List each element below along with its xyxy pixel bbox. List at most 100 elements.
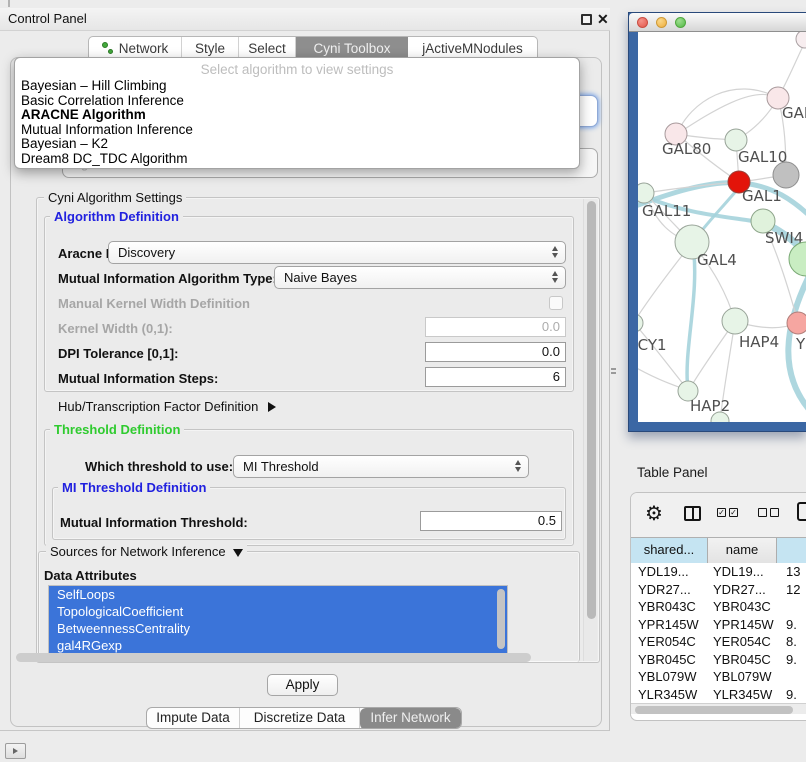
split-pane-divider[interactable] [611, 368, 616, 378]
column-header-shared[interactable]: shared... [631, 538, 708, 563]
column-header-name[interactable]: name [708, 538, 777, 563]
network-node-label: HAP2 [690, 397, 730, 415]
tab-discretize-data[interactable]: Discretize Data [240, 708, 360, 729]
algorithm-option-mutual-information-inference[interactable]: Mutual Information Inference [15, 123, 579, 138]
network-node-hap4[interactable] [722, 308, 748, 334]
list-scrollbar[interactable] [497, 589, 505, 649]
close-button[interactable] [637, 17, 648, 28]
table-cell: YDR27... [708, 581, 777, 599]
apply-button[interactable]: Apply [267, 674, 338, 696]
tab-jactivemnodules[interactable]: jActiveMNodules [408, 37, 537, 58]
algorithm-dropdown-placeholder: Select algorithm to view settings [15, 61, 579, 79]
network-node-label: GAL [782, 104, 806, 122]
network-node[interactable] [773, 162, 799, 188]
table-row[interactable]: YBL079WYBL079W [631, 668, 806, 686]
manual-kernel-width-checkbox[interactable] [549, 296, 563, 310]
table-row[interactable]: YBR045CYBR045C9. [631, 651, 806, 669]
table-cell: YPR145W [631, 616, 708, 634]
table-row[interactable]: YDL19...YDL19...13 [631, 563, 806, 581]
table-cell [777, 668, 806, 686]
which-threshold-combobox[interactable]: MI Threshold [233, 455, 529, 478]
float-window-icon[interactable] [581, 14, 592, 25]
network-window-titlebar[interactable] [629, 13, 806, 32]
mi-algorithm-type-combobox[interactable]: Naive Bayes [274, 266, 566, 289]
table-horizontal-scrollbar[interactable] [631, 703, 806, 714]
attribute-item-topologicalcoefficient[interactable]: TopologicalCoefficient [49, 603, 507, 620]
mi-threshold-label: Mutual Information Threshold: [60, 515, 248, 530]
panel-collapse-button[interactable] [5, 743, 26, 759]
algorithm-option-bayesian-k2[interactable]: Bayesian – K2 [15, 137, 579, 152]
minimize-button[interactable] [656, 17, 667, 28]
network-node-gal11[interactable] [638, 183, 654, 203]
tab-impute-data[interactable]: Impute Data [147, 708, 240, 729]
panel-grip [8, 0, 10, 7]
mi-algorithm-type-value: Naive Bayes [284, 270, 357, 285]
control-panel-title: Control Panel [8, 11, 87, 26]
algorithm-definition-title: Algorithm Definition [50, 209, 183, 224]
table-cell: YDL19... [708, 563, 777, 581]
table-cell: 9. [777, 651, 806, 669]
tab-style[interactable]: Style [182, 37, 239, 58]
mi-steps-label: Mutual Information Steps: [58, 371, 218, 386]
combo-arrows-icon [552, 271, 558, 283]
table-row[interactable]: YDR27...YDR27...12 [631, 581, 806, 599]
attribute-item-gal4rgexp[interactable]: gal4RGexp [49, 637, 507, 654]
algorithm-option-aracne-algorithm[interactable]: ARACNE Algorithm [15, 108, 579, 123]
mi-steps-field[interactable]: 6 [425, 367, 566, 387]
data-attributes-label: Data Attributes [44, 568, 137, 583]
tab-select[interactable]: Select [239, 37, 296, 58]
table-row[interactable]: YLR345WYLR345W9. [631, 686, 806, 704]
close-icon[interactable]: ✕ [597, 9, 611, 29]
algorithm-option-bayesian-hill-climbing[interactable]: Bayesian – Hill Climbing [15, 79, 579, 94]
sources-title[interactable]: Sources for Network Inference [46, 544, 247, 559]
settings-horizontal-scrollbar[interactable] [16, 653, 531, 662]
table-cell: YBL079W [631, 668, 708, 686]
table-row[interactable]: YER054CYER054C8. [631, 633, 806, 651]
network-node[interactable] [789, 242, 806, 276]
network-node-label: Y [795, 335, 806, 353]
split-columns-icon[interactable] [684, 506, 701, 521]
threshold-definition-title: Threshold Definition [50, 422, 184, 437]
table-panel: ⚙ ✓✓ shared...name YDL19...YDL19...13YDR… [630, 492, 806, 721]
network-node-label: GAL80 [662, 140, 711, 158]
zoom-button[interactable] [675, 17, 686, 28]
which-threshold-label: Which threshold to use: [85, 459, 233, 474]
table-row[interactable]: YBR043CYBR043C [631, 598, 806, 616]
tab-label: Cyni Toolbox [313, 38, 390, 59]
table-cell: 8. [777, 633, 806, 651]
page-icon[interactable] [797, 502, 806, 521]
network-node[interactable] [796, 32, 806, 48]
network-view-window[interactable]: GALGAL80GAL10GAL1GAL11SWI4GAL4GCY1HAP4YH… [628, 12, 806, 432]
manual-kernel-width-label: Manual Kernel Width Definition [58, 296, 250, 311]
sources-title-label: Sources for Network Inference [50, 544, 226, 559]
unchecked-pair-icon[interactable] [758, 508, 779, 517]
tab-label: Style [195, 38, 225, 59]
algorithm-option-dream8-dc-tdc-algorithm[interactable]: Dream8 DC_TDC Algorithm [15, 152, 579, 167]
table-row[interactable]: YPR145WYPR145W9. [631, 616, 806, 634]
kernel-width-field[interactable]: 0.0 [425, 317, 566, 337]
algorithm-option-basic-correlation-inference[interactable]: Basic Correlation Inference [15, 94, 579, 109]
tab-infer-network[interactable]: Infer Network [360, 708, 461, 729]
algorithm-dropdown-list: Select algorithm to view settings Bayesi… [14, 57, 580, 169]
column-header-col2[interactable] [777, 538, 806, 563]
network-canvas[interactable]: GALGAL80GAL10GAL1GAL11SWI4GAL4GCY1HAP4YH… [638, 32, 806, 422]
settings-vertical-scrollbar[interactable] [583, 199, 597, 661]
attribute-item-betweennesscentrality[interactable]: BetweennessCentrality [49, 620, 507, 637]
gear-icon[interactable]: ⚙ [645, 501, 663, 526]
network-node-y[interactable] [787, 312, 806, 334]
table-cell: YDL19... [631, 563, 708, 581]
table-cell: 12 [777, 581, 806, 599]
attribute-item-selfloops[interactable]: SelfLoops [49, 586, 507, 603]
dpi-tolerance-field[interactable]: 0.0 [425, 342, 566, 362]
tab-cyni-toolbox[interactable]: Cyni Toolbox [296, 37, 408, 58]
mi-threshold-field[interactable]: 0.5 [420, 511, 562, 531]
checked-pair-icon[interactable]: ✓✓ [717, 508, 738, 517]
control-panel-titlebar: Control Panel [0, 8, 610, 31]
aracne-mode-combobox[interactable]: Discovery [108, 241, 566, 264]
network-node-label: GAL11 [642, 202, 691, 220]
network-node-gcy1[interactable] [638, 314, 643, 332]
data-attributes-list[interactable]: SelfLoopsTopologicalCoefficientBetweenne… [48, 585, 508, 655]
tab-network[interactable]: Network [89, 37, 182, 58]
table-cell [777, 598, 806, 616]
hub-definition-expander[interactable]: Hub/Transcription Factor Definition [58, 399, 276, 414]
